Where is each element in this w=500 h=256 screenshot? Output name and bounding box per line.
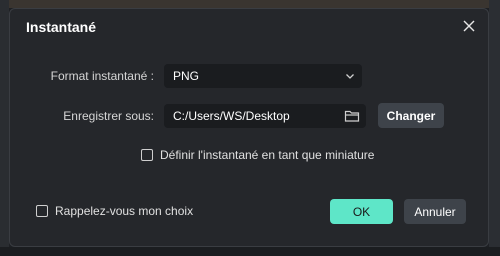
ok-button[interactable]: OK: [330, 199, 393, 224]
snapshot-dialog: Instantané Format instantané : PNG Enreg…: [9, 8, 489, 247]
dialog-title: Instantané: [26, 19, 97, 35]
thumbnail-checkbox-label: Définir l'instantané en tant que miniatu…: [160, 148, 375, 162]
remember-checkbox[interactable]: [36, 205, 48, 217]
remember-checkbox-label: Rappelez-vous mon choix: [55, 204, 194, 218]
format-select[interactable]: PNG: [164, 64, 362, 88]
background-app-left: [0, 0, 9, 256]
thumbnail-checkbox-row[interactable]: Définir l'instantané en tant que miniatu…: [141, 148, 374, 162]
save-path-value: C:/Users/WS/Desktop: [173, 109, 290, 123]
cancel-button[interactable]: Annuler: [404, 199, 466, 224]
format-value: PNG: [173, 69, 200, 83]
background-app-top: [9, 0, 489, 8]
change-button[interactable]: Changer: [378, 103, 444, 128]
close-button[interactable]: [460, 17, 478, 35]
background-app-right: [489, 0, 500, 256]
folder-icon[interactable]: [344, 109, 360, 123]
background-app-bottom: [0, 247, 500, 256]
save-location-label: Enregistrer sous:: [63, 109, 154, 123]
save-path-field[interactable]: C:/Users/WS/Desktop: [164, 104, 366, 128]
chevron-down-icon: [346, 74, 354, 79]
close-icon: [463, 20, 475, 32]
format-label: Format instantané :: [50, 69, 154, 83]
thumbnail-checkbox[interactable]: [141, 149, 153, 161]
remember-checkbox-row[interactable]: Rappelez-vous mon choix: [36, 204, 193, 218]
